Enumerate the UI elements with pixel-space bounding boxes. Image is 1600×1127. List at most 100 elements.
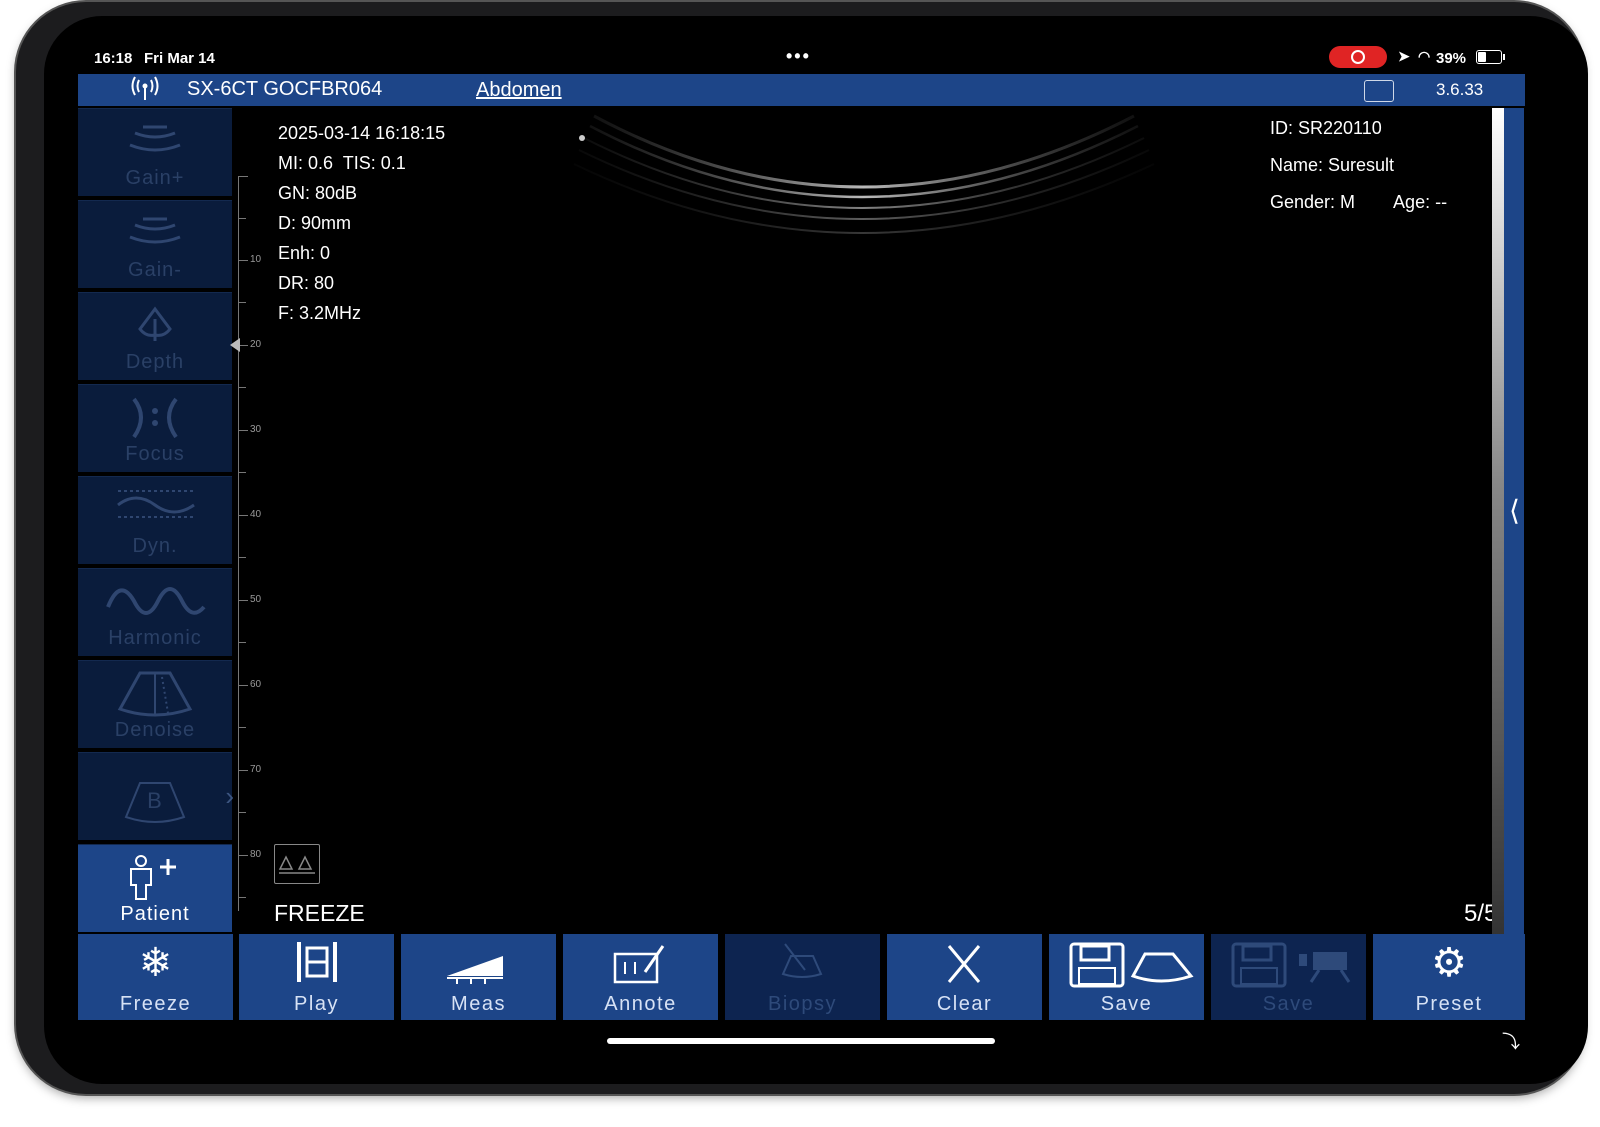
gear-icon: ⚙ (1431, 941, 1467, 985)
exam-type-link[interactable]: Abdomen (476, 79, 562, 102)
frequency-readout: F: 3.2MHz (278, 303, 362, 323)
harmonic-button[interactable]: Harmonic (78, 568, 232, 656)
tablet-bezel: 16:18 Fri Mar 14 ••• ➤ ◠ 39% SX-6CT GOCF… (16, 2, 1588, 1094)
screen: 16:18 Fri Mar 14 ••• ➤ ◠ 39% SX-6CT GOCF… (44, 16, 1588, 1084)
dynamic-range-button[interactable]: Dyn. (78, 476, 232, 564)
clear-button[interactable]: Clear (887, 934, 1042, 1020)
ruler-label: 20 (250, 339, 262, 350)
gain-minus-button[interactable]: Gain- (78, 200, 232, 288)
chevron-right-icon[interactable]: › (225, 781, 234, 812)
biopsy-label: Biopsy (767, 993, 838, 1015)
depth-icon (78, 301, 232, 351)
enhance-readout: Enh: 0 (278, 243, 331, 263)
focus-button[interactable]: Focus (78, 384, 232, 472)
denoise-label: Denoise (114, 719, 196, 741)
ruler-label: 60 (250, 679, 262, 690)
ruler-tick (238, 302, 246, 303)
biopsy-icon (725, 940, 880, 986)
patient-name: Name: Suresult (1270, 155, 1395, 175)
ruler-tick (238, 812, 246, 813)
annotate-button[interactable]: Annote (563, 934, 718, 1020)
home-indicator[interactable] (607, 1038, 995, 1044)
frame-state-label: FREEZE (274, 900, 365, 926)
ruler-line (238, 176, 239, 911)
ruler-tick (238, 897, 246, 898)
save-image-icon (1049, 940, 1204, 990)
focus-icon (78, 393, 232, 443)
snowflake-icon: ❄ (138, 941, 173, 985)
gain-plus-label: Gain+ (125, 167, 185, 189)
gain-plus-icon (78, 117, 232, 167)
save-image-button[interactable]: Save (1049, 934, 1204, 1020)
clear-x-icon (887, 940, 1042, 986)
patient-gender-age: Gender: M Age: -- (1270, 192, 1447, 229)
ruler-label: 80 (250, 849, 262, 860)
gain-readout: GN: 80dB (278, 183, 358, 203)
denoise-icon (78, 669, 232, 725)
app-version: 3.6.33 (1436, 80, 1484, 99)
chevron-left-icon[interactable]: ⟨ (1509, 494, 1520, 527)
save-video-button[interactable]: Save (1211, 934, 1366, 1020)
ruler-label: 50 (250, 594, 262, 605)
gain-plus-button[interactable]: Gain+ (78, 108, 232, 196)
gain-minus-icon (78, 209, 232, 259)
ruler-tick (238, 727, 246, 728)
dynamic-range-icon (78, 485, 232, 535)
patient-id: ID: SR220110 (1270, 118, 1382, 138)
screen-recording-icon[interactable] (1329, 46, 1387, 68)
probe-icon[interactable] (274, 844, 320, 884)
pencil-hover-icon: ⤵ (1502, 1032, 1520, 1052)
location-icon: ➤ (1398, 48, 1410, 64)
measure-button[interactable]: Meas (401, 934, 556, 1020)
depth-button[interactable]: Depth (78, 292, 232, 380)
save-video-label: Save (1262, 993, 1315, 1015)
ruler-tick (238, 176, 248, 177)
gain-minus-label: Gain- (128, 259, 182, 281)
b-mode-label: B (147, 788, 163, 813)
play-button[interactable]: Play (239, 934, 394, 1020)
patient-button[interactable]: Patient (78, 844, 232, 932)
ruler-tick (238, 685, 248, 686)
patient-info: ID: SR220110 Name: Suresult Gender: M Age… (1270, 118, 1447, 229)
wifi-icon: ◠ (1418, 48, 1431, 64)
patient-gender: Gender: M (1270, 192, 1356, 212)
freeze-button[interactable]: ❄ Freeze (78, 934, 233, 1020)
ruler-tick (238, 430, 248, 431)
mi-tis-readout: MI: 0.6 TIS: 0.1 (278, 153, 406, 173)
measure-icon (401, 940, 556, 986)
preset-label: Preset (1415, 993, 1483, 1015)
ruler-tick (238, 855, 248, 856)
ruler-tick (238, 642, 246, 643)
depth-ruler: 10 20 30 40 50 60 70 80 (230, 176, 274, 916)
depth-label: Depth (125, 351, 185, 373)
multitask-dots-icon[interactable]: ••• (786, 46, 811, 67)
play-label: Play (294, 993, 339, 1015)
save-video-icon (1211, 940, 1366, 990)
denoise-button[interactable]: Denoise (78, 660, 232, 748)
save-image-label: Save (1100, 993, 1153, 1015)
dynamic-range-label: Dyn. (132, 535, 178, 557)
ruler-tick (238, 600, 248, 601)
patient-add-icon (78, 853, 232, 903)
b-mode-button[interactable]: B › (78, 752, 234, 840)
clear-label: Clear (936, 993, 993, 1015)
focus-label: Focus (125, 443, 185, 465)
annotate-label: Annote (604, 993, 677, 1015)
ruler-tick (238, 387, 246, 388)
grayscale-bar (1492, 108, 1504, 936)
preset-button[interactable]: ⚙ Preset (1373, 934, 1525, 1020)
patient-label: Patient (120, 903, 190, 925)
ruler-label: 70 (250, 764, 262, 775)
ruler-tick (238, 770, 248, 771)
patient-age: Age: -- (1393, 192, 1448, 212)
status-time: 16:18 (94, 50, 133, 67)
display-mode-icon[interactable] (1364, 80, 1394, 102)
ruler-label: 40 (250, 509, 262, 520)
device-name: SX-6CT GOCFBR064 (187, 78, 383, 100)
dynamic-range-readout: DR: 80 (278, 273, 335, 293)
depth-readout: D: 90mm (278, 213, 352, 233)
ruler-tick (238, 218, 246, 219)
annotate-icon (563, 940, 718, 986)
focus-depth-marker-icon[interactable] (230, 338, 240, 352)
biopsy-button[interactable]: Biopsy (725, 934, 880, 1020)
